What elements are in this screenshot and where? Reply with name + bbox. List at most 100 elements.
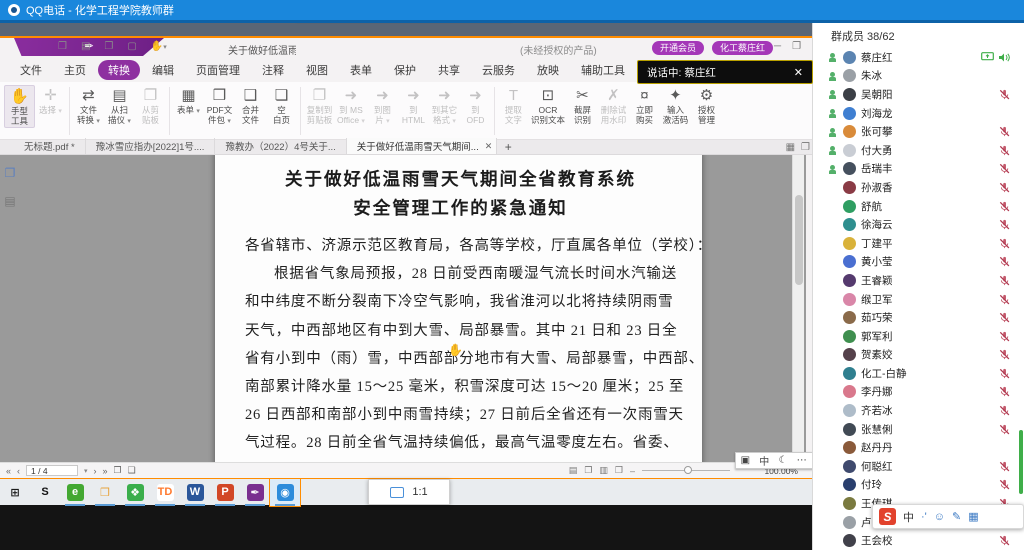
doc-tab-0[interactable]: 无标题.pdf *: [14, 138, 86, 154]
ribbon-tab-5[interactable]: 注释: [252, 60, 294, 80]
doc-tab-1[interactable]: 豫冰雪应指办[2022]1号....: [86, 138, 216, 154]
member-row[interactable]: 朱冰: [813, 67, 1024, 86]
ribbon-tab-11[interactable]: 放映: [527, 60, 569, 80]
member-row[interactable]: 徐海云: [813, 215, 1024, 234]
hand-cursor-icon[interactable]: ✋▾: [151, 41, 167, 52]
ribbon-tab-8[interactable]: 保护: [384, 60, 426, 80]
bookmarks-panel-icon[interactable]: ❐: [5, 166, 16, 180]
reading-mode-icon[interactable]: ❐: [801, 142, 810, 153]
ribbon-tab-2[interactable]: 转换: [98, 60, 140, 80]
members-scrollbar-thumb[interactable]: [1019, 430, 1023, 494]
member-row[interactable]: 岳瑞丰: [813, 160, 1024, 179]
ribbon-tab-3[interactable]: 编辑: [142, 60, 184, 80]
member-row[interactable]: 王睿颖: [813, 271, 1024, 290]
file-explorer[interactable]: ❒: [90, 479, 120, 506]
member-row[interactable]: 缑卫军: [813, 290, 1024, 309]
first-page-icon[interactable]: «: [6, 466, 11, 476]
facing-view-icon[interactable]: ❐: [584, 465, 592, 476]
open-icon[interactable]: ❒: [58, 41, 67, 52]
single-page-icon[interactable]: ❐: [114, 465, 122, 476]
tab-close-icon[interactable]: ✕: [485, 141, 493, 152]
prev-page-icon[interactable]: ‹: [17, 466, 20, 476]
ribbon-tab-6[interactable]: 视图: [296, 60, 338, 80]
page-dropdown-icon[interactable]: ▾: [84, 467, 88, 475]
form-button[interactable]: ▦表单 ▾: [173, 85, 204, 117]
member-row[interactable]: 黄小莹: [813, 253, 1024, 272]
pdf-package-button[interactable]: ❒PDF文 件包 ▾: [204, 85, 235, 128]
member-row[interactable]: 张可攀: [813, 122, 1024, 141]
sogou-app[interactable]: S: [30, 479, 60, 506]
member-row[interactable]: 孙淑香: [813, 178, 1024, 197]
grid-view-icon[interactable]: ▦: [786, 142, 795, 153]
single-view-icon[interactable]: ▤: [569, 465, 578, 476]
activation-code-button[interactable]: ✦输入 激活码: [660, 85, 691, 126]
member-row[interactable]: 贺素姣: [813, 346, 1024, 365]
member-row[interactable]: 张慧俐: [813, 420, 1024, 439]
ime-glyph[interactable]: 中: [759, 453, 769, 468]
document-area[interactable]: 关于做好低温雨雪天气期间全省教育系统安全管理工作的紧急通知各省辖市、济源示范区教…: [0, 155, 806, 462]
powerpoint[interactable]: P: [210, 479, 240, 506]
ribbon-tab-1[interactable]: 主页: [54, 60, 96, 80]
vip-button[interactable]: 开通会员: [652, 41, 704, 55]
sogou-tool-4[interactable]: ▦: [968, 510, 978, 523]
member-row[interactable]: 付玲: [813, 476, 1024, 495]
ocr-recognize-button[interactable]: ⊡OCR 识别文本: [529, 85, 567, 126]
tencent-meeting[interactable]: ◉: [270, 479, 300, 506]
blank-page-button[interactable]: ❏空 白页: [266, 85, 297, 126]
combine-files-button[interactable]: ❑合并 文件: [235, 85, 266, 126]
member-row[interactable]: 王会校: [813, 531, 1024, 550]
member-row[interactable]: 齐若冰: [813, 401, 1024, 420]
ribbon-tab-12[interactable]: 辅助工具: [571, 60, 635, 80]
member-row[interactable]: 刘海龙: [813, 104, 1024, 123]
last-page-icon[interactable]: »: [103, 466, 108, 476]
sogou-logo[interactable]: S: [879, 508, 896, 525]
member-row[interactable]: 吴朝阳: [813, 85, 1024, 104]
green-app[interactable]: ❖: [120, 479, 150, 506]
new-doc-icon[interactable]: ▢: [127, 41, 136, 52]
zoom-slider-knob[interactable]: [684, 466, 692, 474]
next-page-icon[interactable]: ›: [94, 466, 97, 476]
zoom-out-icon[interactable]: –: [630, 466, 635, 476]
member-row[interactable]: 舒航: [813, 197, 1024, 216]
ribbon-tab-4[interactable]: 页面管理: [186, 60, 250, 80]
member-row[interactable]: 何聪红: [813, 457, 1024, 476]
split-view-icon[interactable]: ❒: [615, 465, 623, 476]
thumbnails-panel-icon[interactable]: ▤: [4, 194, 15, 208]
ribbon-tab-10[interactable]: 云服务: [472, 60, 525, 80]
from-scanner-button[interactable]: ▤从扫 描仪 ▾: [104, 85, 135, 128]
sogou-tool-1[interactable]: ·': [921, 511, 927, 523]
sogou-ime-bar[interactable]: S 中·'☺✎▦: [872, 504, 1024, 529]
word[interactable]: W: [180, 479, 210, 506]
foxit-pdf[interactable]: ✒: [240, 479, 270, 506]
new-tab-button[interactable]: +: [497, 140, 520, 154]
ribbon-tab-0[interactable]: 文件: [10, 60, 52, 80]
scrollbar-thumb[interactable]: [795, 195, 803, 285]
ime-glyph[interactable]: ☾: [779, 455, 788, 466]
continuous-page-icon[interactable]: ❑: [128, 465, 136, 476]
book-view-icon[interactable]: ▥: [599, 465, 608, 476]
member-row[interactable]: 付大勇: [813, 141, 1024, 160]
member-row[interactable]: 丁建平: [813, 234, 1024, 253]
buy-now-button[interactable]: ¤立即 购买: [629, 85, 660, 126]
license-manage-button[interactable]: ⚙授权 管理: [691, 85, 722, 126]
share-scale-popup[interactable]: 1:1: [368, 479, 450, 505]
ribbon-tab-9[interactable]: 共享: [428, 60, 470, 80]
start-button[interactable]: ⊞: [0, 479, 30, 506]
print-icon[interactable]: ❐: [104, 41, 113, 52]
account-button[interactable]: 化工蔡庄红: [712, 41, 773, 55]
ime-glyph[interactable]: ▣: [741, 455, 750, 466]
file-convert-button[interactable]: ⇄文件 转换 ▾: [73, 85, 104, 128]
sogou-tool-2[interactable]: ☺: [934, 511, 945, 523]
doc-tab-3[interactable]: 关于做好低温雨雪天气期间...✕: [347, 138, 497, 154]
todesk[interactable]: TD: [150, 479, 180, 506]
ribbon-tab-7[interactable]: 表单: [340, 60, 382, 80]
member-row[interactable]: 化工-白静: [813, 364, 1024, 383]
page-number-input[interactable]: 1 / 4: [26, 465, 78, 476]
sogou-tool-3[interactable]: ✎: [952, 510, 961, 523]
hand-tool-button[interactable]: ✋手型 工具: [4, 85, 35, 128]
screenshot-ocr-button[interactable]: ✂截屏 识别: [567, 85, 598, 126]
toast-close-icon[interactable]: ✕: [794, 66, 803, 79]
member-row[interactable]: 赵丹丹: [813, 438, 1024, 457]
save-icon[interactable]: ▤: [81, 41, 90, 52]
zoom-slider[interactable]: [642, 470, 730, 471]
